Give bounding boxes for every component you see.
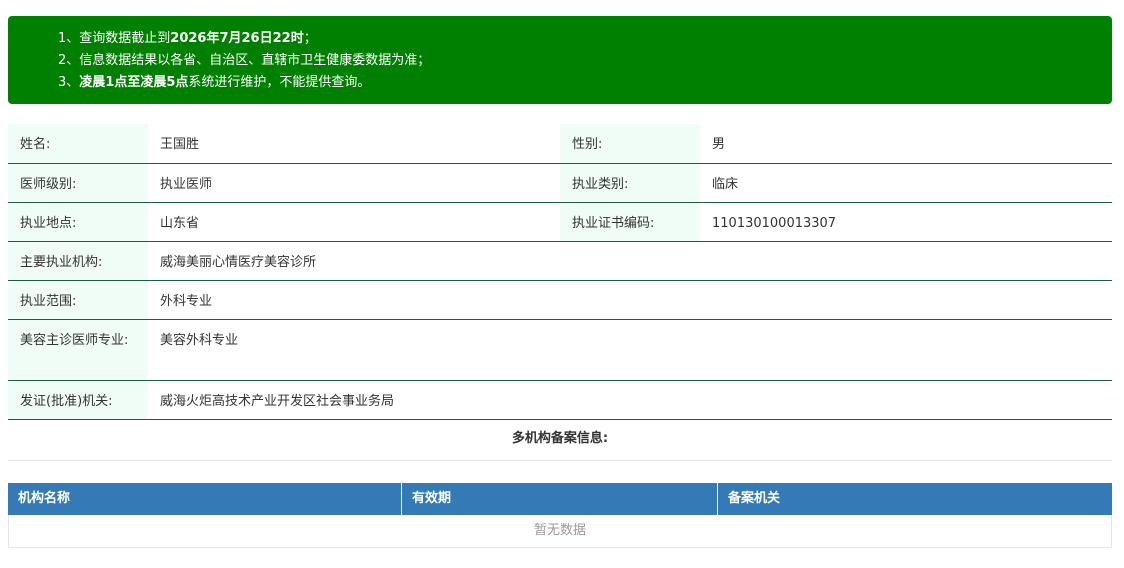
cosmetic-label: 美容主诊医师专业:: [8, 319, 148, 381]
issuer-label: 发证(批准)机关:: [8, 380, 148, 420]
info-row-name: 姓名: 王国胜 性别: 男: [8, 124, 1112, 164]
multi-org-title: 多机构备案信息:: [8, 419, 1112, 461]
info-row-level: 医师级别: 执业医师 执业类别: 临床: [8, 163, 1112, 203]
notice-line-1-suffix: ；: [303, 31, 317, 46]
location-label: 执业地点:: [8, 202, 148, 242]
category-label: 执业类别:: [560, 163, 700, 203]
column-header-org-name: 机构名称: [8, 483, 402, 515]
cert-value: 110130100013307: [700, 202, 1112, 242]
name-label: 姓名:: [8, 124, 148, 164]
notice-banner: 1、查询数据截止到2026年7月26日22时； 2、信息数据结果以各省、自治区、…: [8, 16, 1112, 104]
location-value: 山东省: [148, 202, 560, 242]
info-row-org: 主要执业机构: 威海美丽心情医疗美容诊所: [8, 241, 1112, 281]
notice-line-3-prefix: 3、: [58, 75, 80, 90]
scope-label: 执业范围:: [8, 280, 148, 320]
gender-value: 男: [700, 124, 1112, 164]
scope-value: 外科专业: [148, 280, 1112, 320]
name-value: 王国胜: [148, 124, 560, 164]
notice-line-3-suffix: 系统进行维护，不能提供查询。: [188, 75, 371, 90]
cosmetic-value: 美容外科专业: [148, 319, 1112, 381]
level-value: 执业医师: [148, 163, 560, 203]
info-row-location: 执业地点: 山东省 执业证书编码: 110130100013307: [8, 202, 1112, 242]
notice-line-3: 3、凌晨1点至凌晨5点系统进行维护，不能提供查询。: [58, 72, 1112, 94]
empty-state-text: 暂无数据: [8, 515, 1112, 548]
info-row-scope: 执业范围: 外科专业: [8, 280, 1112, 320]
doctor-info-table: 姓名: 王国胜 性别: 男 医师级别: 执业医师 执业类别: 临床 执业地点: …: [8, 124, 1112, 420]
column-header-filing-authority: 备案机关: [728, 491, 781, 506]
multi-org-table-header: 机构名称 有效期 备案机关: [8, 483, 1112, 515]
notice-line-3-time: 凌晨1点至凌晨5点: [79, 75, 189, 90]
category-value: 临床: [700, 163, 1112, 203]
org-value: 威海美丽心情医疗美容诊所: [148, 241, 1112, 281]
cert-label: 执业证书编码:: [560, 202, 700, 242]
issuer-value: 威海火炬高技术产业开发区社会事业务局: [148, 380, 1112, 420]
info-row-cosmetic: 美容主诊医师专业: 美容外科专业: [8, 319, 1112, 381]
info-row-issuer: 发证(批准)机关: 威海火炬高技术产业开发区社会事业务局: [8, 380, 1112, 420]
level-label: 医师级别:: [8, 163, 148, 203]
notice-line-2: 2、信息数据结果以各省、自治区、直辖市卫生健康委数据为准；: [58, 53, 431, 68]
notice-line-1-prefix: 1、查询数据截止到: [58, 31, 171, 46]
column-header-validity: 有效期: [402, 483, 718, 515]
notice-line-1-date: 2026年7月26日22时: [170, 31, 304, 46]
org-label: 主要执业机构:: [8, 241, 148, 281]
multi-org-table: 机构名称 有效期 备案机关 暂无数据: [8, 483, 1112, 548]
gender-label: 性别:: [560, 124, 700, 164]
notice-line-1: 1、查询数据截止到2026年7月26日22时；: [58, 28, 1112, 50]
